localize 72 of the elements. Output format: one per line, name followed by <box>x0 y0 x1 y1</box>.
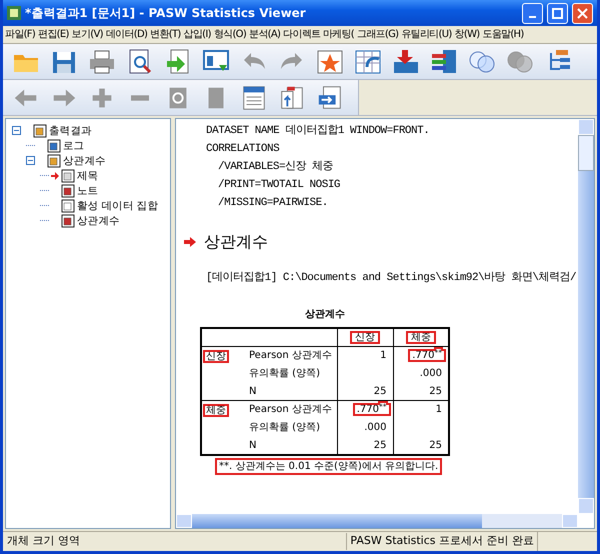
minimize-icon <box>529 16 536 18</box>
menu-item[interactable]: 보기(V) <box>72 27 103 42</box>
table-cell-text: 25 <box>428 386 443 397</box>
notebook-icon <box>47 138 61 152</box>
column-header: 신장 <box>351 332 379 343</box>
table-cell-text: .000 <box>418 368 443 379</box>
statistic-label: N <box>249 440 256 450</box>
table-cell-text: 1 <box>379 350 388 362</box>
maximize-icon <box>552 8 563 18</box>
column-header: 체중 <box>406 332 435 343</box>
book-icon <box>47 154 61 168</box>
page-icon <box>61 168 75 182</box>
menu-item[interactable]: 분석(A) <box>249 27 280 42</box>
book-icon <box>33 124 47 138</box>
outline-item[interactable]: 제목 <box>77 168 98 182</box>
menu-item[interactable]: 삽입(I) <box>184 27 211 42</box>
table-cell: .770$^{**}$ <box>354 404 390 416</box>
window-title: *출력결과1 [문서1] - PASW Statistics Viewer <box>25 5 307 22</box>
outline-item[interactable]: 로그 <box>63 138 84 152</box>
output-heading: 상관계수 <box>204 231 268 253</box>
syntax-line: CORRELATIONS <box>206 142 280 157</box>
menu-item[interactable]: 도움말(H) <box>482 27 524 42</box>
document-icon <box>61 198 75 212</box>
collapse-toggle-icon[interactable] <box>12 126 21 135</box>
menu-item[interactable]: 유틸리티(U) <box>401 27 452 42</box>
status-text: 개체 크기 영역 <box>6 533 81 550</box>
dataset-path: [데이터집합1] C:\Documents and Settings\skim92\바탕 화면\체력검/ <box>206 270 578 286</box>
menu-item[interactable]: 그래프(G) <box>356 27 398 42</box>
outline-item[interactable]: 상관계수 <box>63 154 106 168</box>
table-footnote: **. 상관계수는 0.01 수준(양쪽)에서 유의합니다. <box>216 458 442 474</box>
outline-item[interactable]: 노트 <box>77 184 98 198</box>
menu-item[interactable]: 편집(E) <box>38 27 69 42</box>
table-cell-text: 25 <box>428 440 443 450</box>
collapse-toggle-icon[interactable] <box>26 156 35 165</box>
statistic-label: Pearson 상관계수 <box>249 350 332 362</box>
table-page-icon <box>61 214 75 228</box>
vertical-scrollbar[interactable] <box>578 119 594 514</box>
syntax-line: /VARIABLES=신장 체중 <box>217 160 334 175</box>
row-header: 체중 <box>204 405 228 416</box>
minus-icon <box>131 94 149 100</box>
table-cell-text: 25 <box>372 440 388 450</box>
table-cell-text: .000 <box>363 422 388 433</box>
menu-item[interactable]: 변환(T) <box>150 27 181 42</box>
menu-item[interactable]: 데이터(D) <box>106 27 148 42</box>
syntax-line: /MISSING=PAIRWISE. <box>217 196 329 211</box>
menu-item[interactable]: 파일(F) <box>5 27 36 42</box>
menu-item[interactable]: 형식(O) <box>214 27 246 42</box>
maximize-button[interactable] <box>547 2 568 24</box>
right-arrow-icon <box>184 237 196 247</box>
menu-item[interactable]: 창(W) <box>454 27 480 42</box>
status-text: PASW Statistics 프로세서 준비 완료 <box>346 533 537 550</box>
syntax-line: /PRINT=TWOTAIL NOSIG <box>217 178 342 193</box>
app-icon <box>7 6 21 20</box>
syntax-line: DATASET NAME 데이터집합1 WINDOW=FRONT. <box>206 124 430 139</box>
statistic-label: Pearson 상관계수 <box>249 404 332 416</box>
note-icon <box>61 184 75 198</box>
statistic-label: N <box>249 386 256 397</box>
table-cell-text: 1 <box>434 404 443 416</box>
table-cell-text: 25 <box>372 386 388 397</box>
table-cell: .770$^{**}$ <box>409 350 445 362</box>
row-header: 신장 <box>204 351 228 362</box>
outline-item[interactable]: 상관계수 <box>77 214 120 228</box>
statistic-label: 유의확률 (양쪽) <box>249 368 320 379</box>
outline-item[interactable]: 출력결과 <box>49 124 92 138</box>
statistic-label: 유의확률 (양쪽) <box>249 422 320 433</box>
minimize-button[interactable] <box>522 2 543 24</box>
close-icon <box>577 8 588 18</box>
outline-item[interactable]: 활성 데이터 집합 <box>77 198 158 212</box>
menu-item[interactable]: 다이렉트 마케팅( <box>283 27 354 42</box>
close-button[interactable] <box>572 2 593 24</box>
table-title: 상관계수 <box>304 308 346 322</box>
horizontal-scrollbar[interactable] <box>176 514 578 528</box>
